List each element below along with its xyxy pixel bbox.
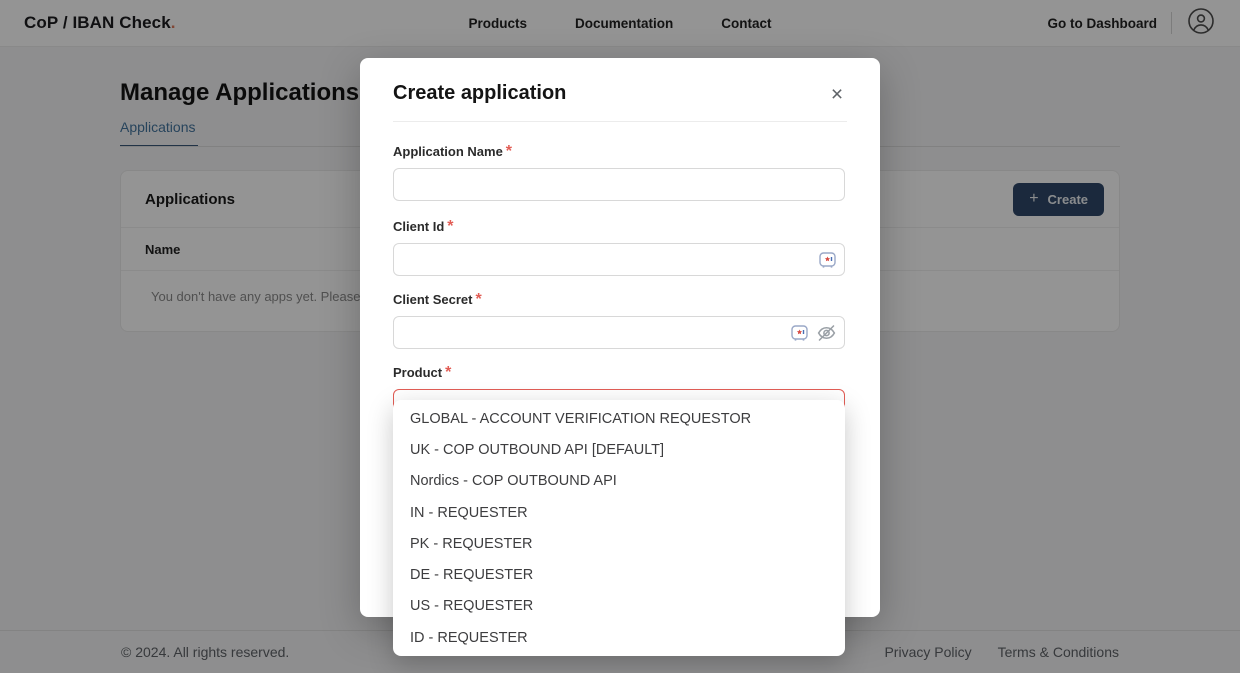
- application-name-field-group: Application Name*: [393, 143, 845, 161]
- client-secret-field-group: Client Secret*: [393, 291, 845, 309]
- product-option[interactable]: DE - REQUESTER: [393, 559, 845, 590]
- client-secret-input[interactable]: [393, 316, 845, 349]
- required-asterisk: *: [475, 291, 481, 308]
- client-secret-label: Client Secret: [393, 292, 472, 307]
- application-name-label: Application Name: [393, 144, 503, 159]
- application-name-input[interactable]: [393, 168, 845, 201]
- modal-title: Create application: [393, 82, 566, 105]
- product-option[interactable]: GLOBAL - ACCOUNT VERIFICATION REQUESTOR: [393, 403, 845, 434]
- client-id-field-group: Client Id*: [393, 218, 845, 236]
- product-dropdown: GLOBAL - ACCOUNT VERIFICATION REQUESTOR …: [393, 400, 845, 656]
- product-option[interactable]: PK - REQUESTER: [393, 528, 845, 559]
- required-asterisk: *: [445, 364, 451, 381]
- close-button[interactable]: ×: [824, 82, 850, 108]
- product-option[interactable]: Nordics - COP OUTBOUND API: [393, 466, 845, 497]
- product-label: Product: [393, 365, 442, 380]
- hide-password-icon[interactable]: [816, 322, 837, 343]
- product-option[interactable]: UK - COP OUTBOUND API [DEFAULT]: [393, 434, 845, 465]
- modal-title-divider: [393, 121, 847, 122]
- password-manager-icon[interactable]: [791, 324, 808, 341]
- product-option[interactable]: US - REQUESTER: [393, 591, 845, 622]
- required-asterisk: *: [506, 143, 512, 160]
- required-asterisk: *: [447, 218, 453, 235]
- close-icon: ×: [831, 83, 843, 107]
- product-field-group: Product*: [393, 364, 845, 382]
- client-id-label: Client Id: [393, 219, 444, 234]
- password-manager-icon[interactable]: [819, 251, 836, 268]
- client-id-input-wrap: [393, 243, 845, 276]
- product-option[interactable]: ID - REQUESTER: [393, 622, 845, 653]
- product-option[interactable]: IN - REQUESTER: [393, 497, 845, 528]
- client-id-input[interactable]: [393, 243, 845, 276]
- client-secret-input-wrap: [393, 316, 845, 349]
